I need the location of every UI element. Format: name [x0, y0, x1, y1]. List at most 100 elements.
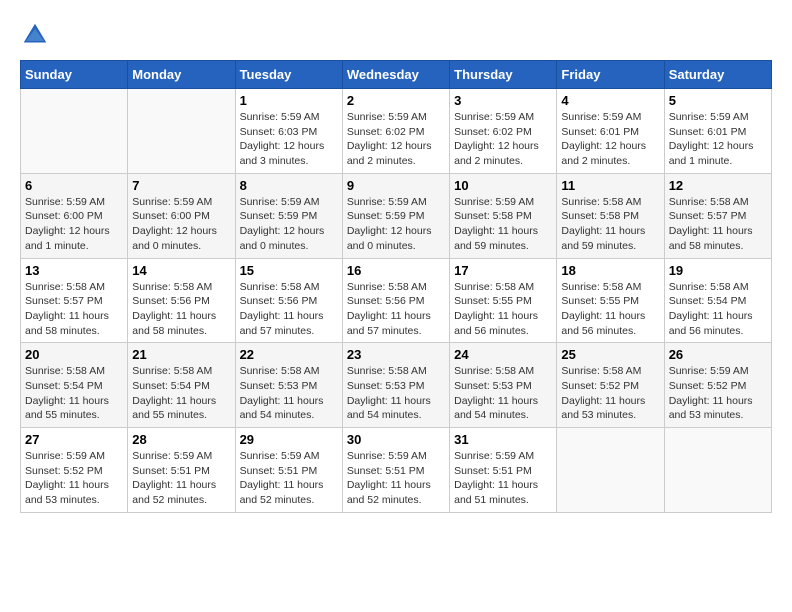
- day-number: 31: [454, 432, 552, 447]
- week-row-4: 20Sunrise: 5:58 AMSunset: 5:54 PMDayligh…: [21, 343, 772, 428]
- day-info: Sunrise: 5:59 AMSunset: 6:03 PMDaylight:…: [240, 110, 338, 169]
- calendar-cell: 20Sunrise: 5:58 AMSunset: 5:54 PMDayligh…: [21, 343, 128, 428]
- day-info: Sunrise: 5:59 AMSunset: 6:02 PMDaylight:…: [347, 110, 445, 169]
- calendar-cell: 26 Sunrise: 5:59 AMSunset: 5:52 PMDayligh…: [664, 343, 771, 428]
- day-number: 22: [240, 347, 338, 362]
- day-number: 1: [240, 93, 338, 108]
- day-header-tuesday: Tuesday: [235, 61, 342, 89]
- calendar-cell: [557, 428, 664, 513]
- calendar-cell: 24Sunrise: 5:58 AMSunset: 5:53 PMDayligh…: [450, 343, 557, 428]
- day-number: 14: [132, 263, 230, 278]
- day-header-friday: Friday: [557, 61, 664, 89]
- day-number: 4: [561, 93, 659, 108]
- day-info: Sunrise: 5:59 AMSunset: 6:01 PMDaylight:…: [561, 110, 659, 169]
- day-info: Sunrise: 5:59 AMSunset: 6:02 PMDaylight:…: [454, 110, 552, 169]
- day-number: 18: [561, 263, 659, 278]
- day-number: 30: [347, 432, 445, 447]
- day-header-saturday: Saturday: [664, 61, 771, 89]
- calendar-cell: 31 Sunrise: 5:59 AMSunset: 5:51 PMDayligh…: [450, 428, 557, 513]
- calendar-cell: 12Sunrise: 5:58 AMSunset: 5:57 PMDayligh…: [664, 173, 771, 258]
- calendar-cell: 15Sunrise: 5:58 AMSunset: 5:56 PMDayligh…: [235, 258, 342, 343]
- day-number: 11: [561, 178, 659, 193]
- calendar-cell: 30 Sunrise: 5:59 AMSunset: 5:51 PMDayligh…: [342, 428, 449, 513]
- calendar-cell: 2 Sunrise: 5:59 AMSunset: 6:02 PMDaylight…: [342, 89, 449, 174]
- logo: [20, 20, 54, 50]
- calendar-cell: 18 Sunrise: 5:58 AMSunset: 5:55 PMDayligh…: [557, 258, 664, 343]
- calendar-cell: 11 Sunrise: 5:58 AMSunset: 5:58 PMDayligh…: [557, 173, 664, 258]
- day-number: 21: [132, 347, 230, 362]
- day-number: 25: [561, 347, 659, 362]
- calendar-cell: 28 Sunrise: 5:59 AMSunset: 5:51 PMDayligh…: [128, 428, 235, 513]
- calendar-cell: 7 Sunrise: 5:59 AMSunset: 6:00 PMDaylight…: [128, 173, 235, 258]
- calendar-cell: [21, 89, 128, 174]
- calendar-cell: 19 Sunrise: 5:58 AMSunset: 5:54 PMDayligh…: [664, 258, 771, 343]
- day-info: Sunrise: 5:58 AMSunset: 5:56 PMDaylight:…: [132, 280, 230, 339]
- day-info: Sunrise: 5:59 AMSunset: 5:59 PMDaylight:…: [240, 195, 338, 254]
- day-info: Sunrise: 5:58 AMSunset: 5:55 PMDaylight:…: [561, 280, 659, 339]
- calendar-cell: 25 Sunrise: 5:58 AMSunset: 5:52 PMDayligh…: [557, 343, 664, 428]
- calendar-cell: 3 Sunrise: 5:59 AMSunset: 6:02 PMDaylight…: [450, 89, 557, 174]
- day-info: Sunrise: 5:59 AMSunset: 6:00 PMDaylight:…: [25, 195, 123, 254]
- calendar-cell: 27 Sunrise: 5:59 AMSunset: 5:52 PMDayligh…: [21, 428, 128, 513]
- day-info: Sunrise: 5:58 AMSunset: 5:55 PMDaylight:…: [454, 280, 552, 339]
- day-info: Sunrise: 5:59 AMSunset: 6:01 PMDaylight:…: [669, 110, 767, 169]
- day-info: Sunrise: 5:59 AMSunset: 5:51 PMDaylight:…: [347, 449, 445, 508]
- day-header-wednesday: Wednesday: [342, 61, 449, 89]
- day-number: 23: [347, 347, 445, 362]
- calendar-cell: 9Sunrise: 5:59 AMSunset: 5:59 PMDaylight…: [342, 173, 449, 258]
- day-header-thursday: Thursday: [450, 61, 557, 89]
- day-info: Sunrise: 5:58 AMSunset: 5:54 PMDaylight:…: [669, 280, 767, 339]
- day-info: Sunrise: 5:58 AMSunset: 5:52 PMDaylight:…: [561, 364, 659, 423]
- day-number: 15: [240, 263, 338, 278]
- calendar-cell: 4 Sunrise: 5:59 AMSunset: 6:01 PMDaylight…: [557, 89, 664, 174]
- day-info: Sunrise: 5:59 AMSunset: 5:51 PMDaylight:…: [132, 449, 230, 508]
- day-number: 12: [669, 178, 767, 193]
- calendar-cell: 1 Sunrise: 5:59 AMSunset: 6:03 PMDaylight…: [235, 89, 342, 174]
- week-row-2: 6 Sunrise: 5:59 AMSunset: 6:00 PMDaylight…: [21, 173, 772, 258]
- day-info: Sunrise: 5:59 AMSunset: 5:52 PMDaylight:…: [25, 449, 123, 508]
- week-row-1: 1 Sunrise: 5:59 AMSunset: 6:03 PMDaylight…: [21, 89, 772, 174]
- week-row-3: 13 Sunrise: 5:58 AMSunset: 5:57 PMDayligh…: [21, 258, 772, 343]
- day-info: Sunrise: 5:58 AMSunset: 5:54 PMDaylight:…: [25, 364, 123, 423]
- day-number: 13: [25, 263, 123, 278]
- day-info: Sunrise: 5:58 AMSunset: 5:53 PMDaylight:…: [240, 364, 338, 423]
- day-number: 17: [454, 263, 552, 278]
- day-info: Sunrise: 5:59 AMSunset: 6:00 PMDaylight:…: [132, 195, 230, 254]
- logo-icon: [20, 20, 50, 50]
- calendar-cell: 16 Sunrise: 5:58 AMSunset: 5:56 PMDayligh…: [342, 258, 449, 343]
- day-number: 16: [347, 263, 445, 278]
- day-number: 9: [347, 178, 445, 193]
- calendar-cell: 14 Sunrise: 5:58 AMSunset: 5:56 PMDayligh…: [128, 258, 235, 343]
- day-number: 3: [454, 93, 552, 108]
- calendar-cell: 13 Sunrise: 5:58 AMSunset: 5:57 PMDayligh…: [21, 258, 128, 343]
- day-number: 7: [132, 178, 230, 193]
- day-info: Sunrise: 5:59 AMSunset: 5:51 PMDaylight:…: [240, 449, 338, 508]
- day-number: 28: [132, 432, 230, 447]
- day-info: Sunrise: 5:59 AMSunset: 5:52 PMDaylight:…: [669, 364, 767, 423]
- calendar-cell: 17 Sunrise: 5:58 AMSunset: 5:55 PMDayligh…: [450, 258, 557, 343]
- day-info: Sunrise: 5:59 AMSunset: 5:58 PMDaylight:…: [454, 195, 552, 254]
- day-info: Sunrise: 5:58 AMSunset: 5:57 PMDaylight:…: [25, 280, 123, 339]
- week-row-5: 27 Sunrise: 5:59 AMSunset: 5:52 PMDayligh…: [21, 428, 772, 513]
- day-number: 2: [347, 93, 445, 108]
- calendar-cell: 6 Sunrise: 5:59 AMSunset: 6:00 PMDaylight…: [21, 173, 128, 258]
- calendar-cell: [128, 89, 235, 174]
- calendar-cell: 22 Sunrise: 5:58 AMSunset: 5:53 PMDayligh…: [235, 343, 342, 428]
- day-number: 19: [669, 263, 767, 278]
- day-info: Sunrise: 5:58 AMSunset: 5:58 PMDaylight:…: [561, 195, 659, 254]
- day-info: Sunrise: 5:59 AMSunset: 5:51 PMDaylight:…: [454, 449, 552, 508]
- day-info: Sunrise: 5:58 AMSunset: 5:56 PMDaylight:…: [347, 280, 445, 339]
- day-number: 26: [669, 347, 767, 362]
- day-number: 8: [240, 178, 338, 193]
- day-number: 27: [25, 432, 123, 447]
- day-header-sunday: Sunday: [21, 61, 128, 89]
- calendar-cell: 10 Sunrise: 5:59 AMSunset: 5:58 PMDayligh…: [450, 173, 557, 258]
- day-header-monday: Monday: [128, 61, 235, 89]
- day-info: Sunrise: 5:58 AMSunset: 5:53 PMDaylight:…: [347, 364, 445, 423]
- calendar-cell: 21Sunrise: 5:58 AMSunset: 5:54 PMDayligh…: [128, 343, 235, 428]
- day-number: 6: [25, 178, 123, 193]
- calendar-cell: 8 Sunrise: 5:59 AMSunset: 5:59 PMDaylight…: [235, 173, 342, 258]
- calendar-header-row: SundayMondayTuesdayWednesdayThursdayFrid…: [21, 61, 772, 89]
- day-number: 10: [454, 178, 552, 193]
- calendar-cell: 29Sunrise: 5:59 AMSunset: 5:51 PMDayligh…: [235, 428, 342, 513]
